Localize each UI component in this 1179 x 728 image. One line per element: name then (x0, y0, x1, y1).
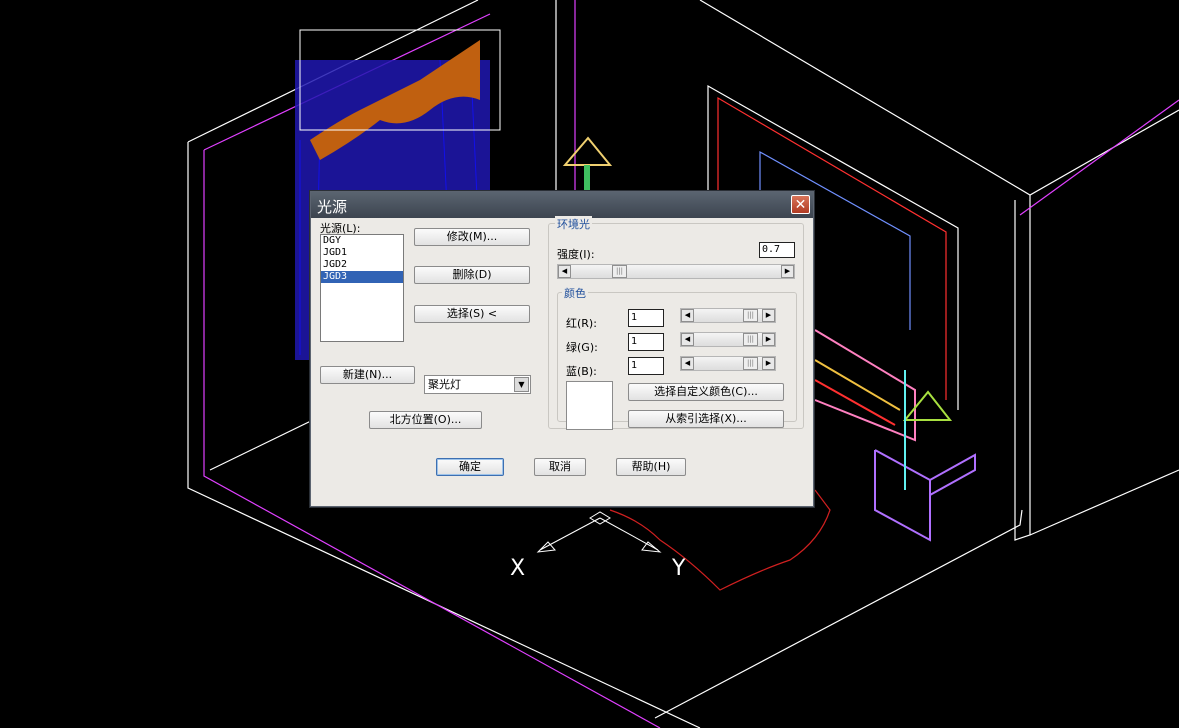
ucs-arrow-y (641, 541, 662, 553)
blue-slider[interactable]: ◀ ||| ▶ (680, 356, 776, 371)
blue-label: 蓝(B): (566, 365, 597, 378)
new-light-button[interactable]: 新建(N)... (320, 366, 415, 384)
slider-left-icon[interactable]: ◀ (681, 309, 694, 322)
bed-frame-3 (814, 379, 896, 426)
modify-button[interactable]: 修改(M)... (414, 228, 530, 246)
ambient-group-title: 环境光 (555, 216, 592, 232)
slider-right-icon[interactable]: ▶ (762, 357, 775, 370)
green-label: 绿(G): (566, 341, 598, 354)
list-item[interactable]: JGD1 (321, 247, 403, 259)
green-slider[interactable]: ◀ ||| ▶ (680, 332, 776, 347)
slider-thumb[interactable]: ||| (743, 333, 758, 346)
list-item[interactable]: DGY (321, 235, 403, 247)
floor-lamp-pole (584, 165, 590, 191)
north-location-button[interactable]: 北方位置(O)... (369, 411, 482, 429)
blue-input[interactable]: 1 (628, 357, 664, 375)
axis-y-label: Y (671, 556, 686, 581)
room-right-wall (1014, 195, 1031, 541)
room-far-right (1019, 99, 1179, 216)
table-lamp (902, 390, 953, 421)
bed-frame-2 (814, 359, 901, 411)
slider-left-icon[interactable]: ◀ (558, 265, 571, 278)
color-group: 颜色 红(R): 1 ◀ ||| ▶ 绿(G): 1 ◀ ||| ▶ 蓝(B):… (557, 285, 797, 430)
custom-color-button[interactable]: 选择自定义颜色(C)... (628, 383, 784, 401)
slider-thumb[interactable]: ||| (612, 265, 627, 278)
dialog-titlebar[interactable]: 光源 ✕ (311, 192, 813, 218)
room-right-floor (1029, 469, 1179, 536)
dialog-body: 光源(L): DGY JGD1 JGD2 JGD3 修改(M)... 删除(D)… (311, 216, 813, 506)
slider-left-icon[interactable]: ◀ (681, 357, 694, 370)
list-item[interactable]: JGD2 (321, 259, 403, 271)
color-swatch (566, 381, 613, 430)
slider-right-icon[interactable]: ▶ (762, 333, 775, 346)
close-icon[interactable]: ✕ (791, 195, 810, 214)
select-button[interactable]: 选择(S) < (414, 305, 530, 323)
ucs-axis-x (539, 517, 601, 551)
room-right-top (699, 0, 1179, 196)
axis-x-label: X (510, 556, 525, 581)
light-type-select[interactable]: 聚光灯 ▼ (424, 375, 531, 394)
cancel-button[interactable]: 取消 (534, 458, 586, 476)
red-input[interactable]: 1 (628, 309, 664, 327)
bed-frame (814, 329, 916, 442)
slider-right-icon[interactable]: ▶ (762, 309, 775, 322)
intensity-input[interactable]: 0.7 (759, 242, 795, 258)
lights-listbox[interactable]: DGY JGD1 JGD2 JGD3 (320, 234, 404, 342)
ok-button[interactable]: 确定 (436, 458, 504, 476)
nightstand (874, 449, 976, 542)
ambient-light-group: 环境光 强度(I): 0.7 ◀ ||| ▶ 颜色 红(R): 1 ◀ ||| … (548, 216, 804, 430)
color-group-title: 颜色 (562, 285, 588, 301)
red-label: 红(R): (566, 317, 597, 330)
intensity-label: 强度(I): (557, 248, 595, 261)
slider-right-icon[interactable]: ▶ (781, 265, 794, 278)
intensity-slider[interactable]: ◀ ||| ▶ (557, 264, 795, 279)
chevron-down-icon[interactable]: ▼ (514, 377, 529, 392)
light-type-value: 聚光灯 (428, 378, 461, 391)
slider-thumb[interactable]: ||| (743, 357, 758, 370)
floor-lamp (562, 136, 613, 166)
index-color-button[interactable]: 从索引选择(X)... (628, 410, 784, 428)
delete-button[interactable]: 删除(D) (414, 266, 530, 284)
room-floor-front (654, 509, 1023, 719)
dialog-title: 光源 (317, 198, 348, 216)
ucs-axis-y (599, 517, 659, 551)
list-item-selected[interactable]: JGD3 (321, 271, 403, 283)
help-button[interactable]: 帮助(H) (616, 458, 686, 476)
green-input[interactable]: 1 (628, 333, 664, 351)
slider-thumb[interactable]: ||| (743, 309, 758, 322)
red-slider[interactable]: ◀ ||| ▶ (680, 308, 776, 323)
lights-dialog: 光源 ✕ 光源(L): DGY JGD1 JGD2 JGD3 修改(M)... … (310, 191, 814, 507)
slider-left-icon[interactable]: ◀ (681, 333, 694, 346)
